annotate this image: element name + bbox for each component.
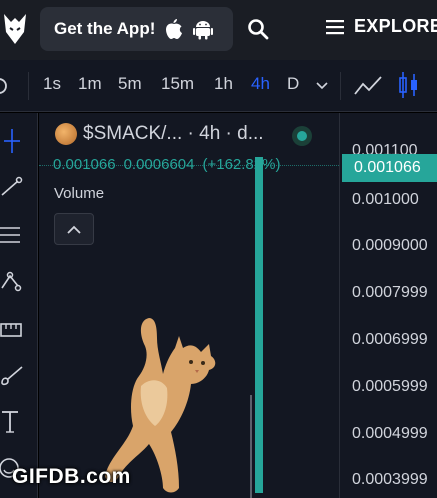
interval-1h[interactable]: 1h	[214, 74, 233, 94]
interval-1s[interactable]: 1s	[43, 74, 61, 94]
logo-icon[interactable]	[2, 10, 28, 48]
interval-5m[interactable]: 5m	[118, 74, 142, 94]
last-price-tag: 0.001066	[342, 154, 437, 182]
candle-wick	[250, 395, 252, 498]
toolbar-divider	[340, 72, 341, 100]
price-tick: 0.0004999	[352, 425, 428, 442]
measure-tool-icon[interactable]	[0, 317, 24, 343]
search-icon[interactable]	[247, 18, 269, 40]
price-tick: 0.0003999	[352, 471, 428, 488]
symbol-title: $SMACK/... · 4h · d...	[83, 123, 264, 144]
price-tick: 0.0005999	[352, 378, 428, 395]
line-chart-type-icon[interactable]	[354, 74, 382, 98]
market-status-icon[interactable]	[292, 126, 312, 146]
interval-1d[interactable]: D	[287, 74, 299, 94]
interval-15m[interactable]: 15m	[161, 74, 194, 94]
price-tick: 0.0009000	[352, 237, 428, 254]
ohlc-value-b: 0.0006604	[123, 156, 195, 173]
get-app-button[interactable]: Get the App!	[40, 7, 233, 51]
symbol-search-icon[interactable]	[0, 74, 10, 98]
apple-icon	[166, 19, 183, 39]
price-tick: 0.0006999	[352, 331, 428, 348]
android-icon	[193, 21, 214, 40]
interval-4h[interactable]: 4h	[251, 74, 270, 94]
ohlc-values: 0.001066 0.0006604 (+162.82%)	[53, 156, 280, 173]
get-app-label: Get the App!	[54, 19, 156, 38]
text-tool-icon[interactable]	[0, 409, 24, 435]
chevron-down-icon[interactable]	[316, 82, 328, 90]
explore-menu-button[interactable]: EXPLORE	[326, 16, 437, 37]
trend-line-icon[interactable]	[0, 175, 24, 201]
fib-retracement-icon[interactable]	[0, 223, 24, 249]
brush-icon[interactable]	[0, 363, 24, 389]
drawing-toolbar	[0, 113, 38, 498]
collapse-legend-button[interactable]	[54, 213, 94, 245]
ohlc-value-a: 0.001066	[53, 156, 116, 173]
ohlc-change: (+162.82%)	[202, 156, 281, 173]
candlestick-chart-type-icon[interactable]	[398, 70, 420, 100]
app-header: Get the App! EXPLORE	[0, 0, 437, 60]
chevron-up-icon	[67, 225, 81, 234]
menu-icon	[326, 19, 344, 34]
volume-indicator-label[interactable]: Volume	[54, 185, 104, 202]
watermark: GIFDB.com	[12, 465, 131, 488]
price-tick: 0.001000	[352, 191, 419, 208]
price-axis[interactable]: 0.001100 0.001066 0.001000 0.0009000 0.0…	[339, 113, 437, 498]
pattern-tool-icon[interactable]	[0, 270, 24, 296]
interval-1m[interactable]: 1m	[78, 74, 102, 94]
price-tick: 0.0007999	[352, 284, 428, 301]
chart-pane[interactable]: $SMACK/... · 4h · d... 0.001066 0.000660…	[39, 113, 339, 498]
explore-label: EXPLORE	[354, 16, 437, 36]
symbol-legend[interactable]: $SMACK/... · 4h · d...	[55, 123, 264, 145]
crosshair-icon[interactable]	[0, 129, 24, 155]
interval-toolbar: 1s 1m 5m 15m 1h 4h D	[0, 60, 437, 112]
candle-body	[255, 157, 263, 493]
toolbar-divider	[28, 72, 29, 100]
token-avatar	[55, 123, 77, 145]
